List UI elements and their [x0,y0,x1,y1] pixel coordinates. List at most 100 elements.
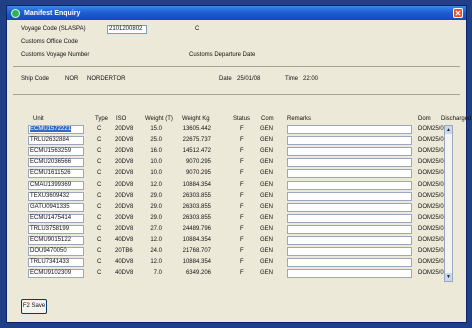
row-dom: DOM [418,248,432,255]
row-status: F [240,159,244,166]
remarks-cell[interactable] [287,258,412,268]
header-divider [13,66,460,67]
row-type: C [97,225,102,232]
table-divider [13,94,460,95]
col-weight-t: Weight (T) [145,116,173,122]
remarks-cell[interactable] [287,147,412,157]
remarks-cell[interactable] [287,236,412,245]
table-row[interactable]: ECMU1563259 C 20DV8 16.0 14512.472 F GEN DOM 25/… [7,147,468,157]
save-button[interactable]: F2 Save [21,299,47,314]
unit-cell[interactable]: ECMU9015122 [28,236,84,245]
unit-value: ECMU9015122 [30,237,72,243]
table-row[interactable]: TRLU2632884 C 20DV8 25.0 22675.737 F GEN DOM 25/… [7,136,468,146]
row-status: F [240,148,244,155]
row-weight-kg: 24489.796 [182,225,211,232]
title-bar[interactable]: Manifest Enquiry ✕ [7,6,466,20]
remarks-cell[interactable] [287,224,412,234]
row-type: C [97,270,102,277]
time-value: 22:00 [303,76,319,82]
row-iso: 20DV8 [115,148,134,155]
row-dom: DOM [418,148,432,155]
table-row[interactable]: ECMU1572221 C 20DV8 15.0 13605.442 F GEN DOM 25/… [7,125,468,135]
remarks-cell[interactable] [287,202,412,212]
close-button[interactable]: ✕ [453,8,463,18]
unit-cell[interactable]: ECMU1611526 [28,169,84,179]
col-status: Status [233,116,251,122]
voyage-code-field[interactable]: 2101200802 [107,25,147,34]
table-row[interactable]: GATU0941335 C 20DV8 29.0 26303.855 F GEN DOM 25/… [7,202,468,213]
row-com: GEN [260,148,274,155]
table-row[interactable]: TRLU7341433 C 40DV8 12.0 10884.354 F GEN DOM 25/… [7,258,468,268]
col-com: Com [261,116,274,122]
row-iso: 20DV8 [115,192,134,199]
row-weight-kg: 26303.855 [182,203,211,210]
unit-cell[interactable]: TEXU3609432 [28,191,84,201]
table-row[interactable]: ECMU1611526 C 20DV8 10.0 9070.295 F GEN DOM 25/0… [7,169,468,179]
remarks-cell[interactable] [287,191,412,201]
row-com: GEN [260,126,274,132]
unit-cell[interactable]: TRLU3758199 [28,224,84,234]
col-dom: Dom [418,116,431,122]
table-row[interactable]: ECMU2036566 C 20DV8 10.0 9070.295 F GEN DOM 25/0… [7,158,468,168]
row-weight-t: 24.0 [150,248,162,255]
row-weight-kg: 13605.442 [182,126,211,132]
remarks-cell[interactable] [287,180,412,190]
row-weight-t: 16.0 [150,148,162,155]
unit-cell[interactable]: ECMU2036566 [28,158,84,168]
unit-cell[interactable]: DOU9470050 [28,247,84,257]
unit-value: ECMU1572221 [30,126,72,132]
row-status: F [240,137,244,144]
row-weight-t: 12.0 [150,259,162,266]
row-weight-t: 29.0 [150,203,162,210]
table-row[interactable]: TEXU3609432 C 20DV8 29.0 26303.855 F GEN DOM 25/… [7,191,468,202]
remarks-cell[interactable] [287,125,412,134]
row-com: GEN [260,270,274,277]
manifest-enquiry-window: Manifest Enquiry ✕ Voyage Code (SLASPA) … [6,5,471,323]
row-com: GEN [260,259,274,266]
row-status: F [240,225,244,232]
table-row[interactable]: DOU9470050 C 20TB6 24.0 21768.707 F GEN DOM 25/0… [7,247,468,257]
remarks-cell[interactable] [287,247,412,257]
remarks-cell[interactable] [287,158,412,168]
row-type: C [97,214,102,221]
row-weight-kg: 9070.295 [185,170,211,177]
table-row[interactable]: TRLU3758199 C 20DV8 27.0 24489.796 F GEN DOM 25/… [7,224,468,235]
row-weight-t: 10.0 [150,159,162,166]
remarks-cell[interactable] [287,213,412,223]
row-status: F [240,181,244,188]
remarks-cell[interactable] [287,136,412,146]
table-row[interactable]: CMAU1399369 C 20DV8 12.0 10884.354 F GEN DOM 25/… [7,180,468,191]
row-dom: DOM [418,181,432,188]
row-iso: 20DV8 [115,159,134,166]
table-row[interactable]: ECMU9015122 C 40DV8 12.0 10884.354 F GEN DOM 25/… [7,236,468,246]
unit-cell[interactable]: ECMU1572221 [28,125,84,134]
row-weight-kg: 10884.354 [182,237,211,243]
ship-code-label: Ship Code [21,76,50,82]
unit-cell[interactable]: TRLU2632884 [28,136,84,146]
row-type: C [97,248,102,255]
time-label: Time [285,76,299,82]
row-status: F [240,270,244,277]
unit-value: ECMU2036566 [30,159,72,166]
row-iso: 40DV8 [115,259,134,266]
unit-cell[interactable]: ECMU1475414 [28,213,84,223]
scroll-down-button[interactable]: ▼ [445,273,452,281]
unit-cell[interactable]: CMAU1399369 [28,180,84,190]
row-weight-kg: 10884.354 [182,259,211,266]
unit-cell[interactable]: ECMU9102309 [28,269,84,279]
remarks-cell[interactable] [287,169,412,179]
remarks-cell[interactable] [287,269,412,279]
unit-value: ECMU1563259 [30,148,72,155]
row-type: C [97,192,102,199]
unit-cell[interactable]: ECMU1563259 [28,147,84,157]
table-row[interactable]: ECMU1475414 C 20DV8 29.0 26303.855 F GEN DOM 25/… [7,213,468,224]
table-row[interactable]: ECMU9102309 C 40DV8 7.0 6349.206 F GEN DOM 25/01… [7,269,468,279]
row-com: GEN [260,203,274,210]
row-weight-t: 25.0 [150,137,162,144]
row-com: GEN [260,237,274,243]
unit-cell[interactable]: TRLU7341433 [28,258,84,268]
unit-cell[interactable]: GATU0941335 [28,202,84,212]
table-scrollbar[interactable]: ▲ ▼ [444,125,453,282]
date-value: 25/01/08 [237,76,261,82]
scroll-up-button[interactable]: ▲ [445,126,452,134]
